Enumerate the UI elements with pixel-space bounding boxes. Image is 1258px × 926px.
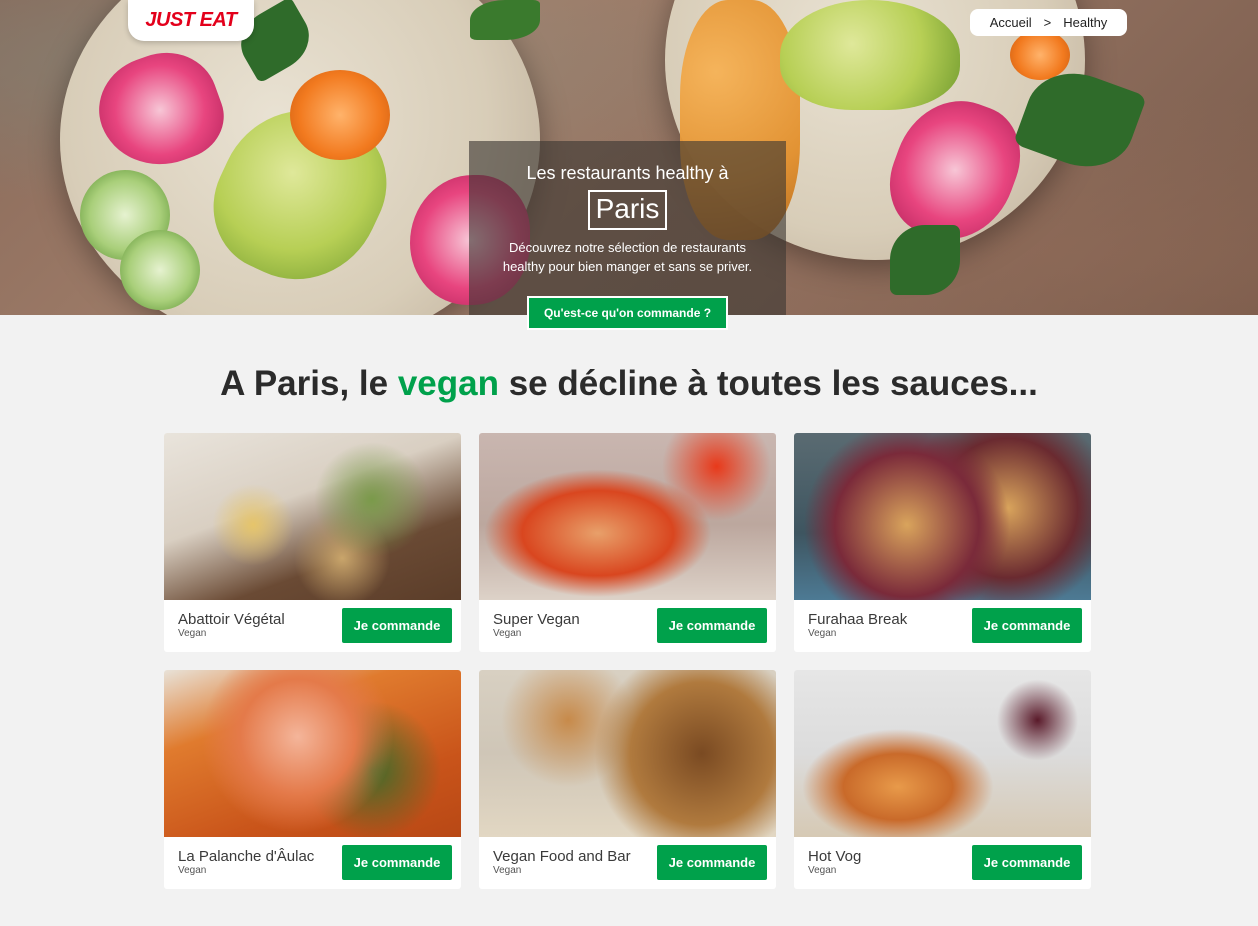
order-button[interactable]: Je commande xyxy=(342,845,452,880)
order-button[interactable]: Je commande xyxy=(657,845,767,880)
restaurant-category: Vegan xyxy=(808,628,837,639)
order-button[interactable]: Je commande xyxy=(972,608,1082,643)
city-badge: Paris xyxy=(587,190,668,230)
restaurant-category: Vegan xyxy=(493,865,522,876)
section-title: A Paris, le vegan se décline à toutes le… xyxy=(0,364,1258,404)
breadcrumb: Accueil > Healthy xyxy=(970,9,1127,36)
breadcrumb-current[interactable]: Healthy xyxy=(1063,15,1107,30)
breadcrumb-home-link[interactable]: Accueil xyxy=(990,15,1032,30)
section-title-accent: vegan xyxy=(397,364,499,403)
restaurant-image[interactable] xyxy=(164,670,461,837)
order-button[interactable]: Je commande xyxy=(657,608,767,643)
restaurant-name: Vegan Food and Bar xyxy=(493,848,631,865)
restaurant-image[interactable] xyxy=(479,670,776,837)
restaurant-card[interactable]: Hot Vog Vegan Je commande xyxy=(794,670,1091,889)
order-button[interactable]: Je commande xyxy=(972,845,1082,880)
restaurant-image[interactable] xyxy=(794,433,1091,600)
order-button[interactable]: Je commande xyxy=(342,608,452,643)
hero-overlay: Les restaurants healthy à Paris Découvre… xyxy=(469,141,786,315)
restaurant-card[interactable]: Abattoir Végétal Vegan Je commande xyxy=(164,433,461,652)
restaurant-name: La Palanche d'Âulac xyxy=(178,848,315,865)
just-eat-logo[interactable]: JUST EAT xyxy=(128,0,254,41)
restaurant-card[interactable]: La Palanche d'Âulac Vegan Je commande xyxy=(164,670,461,889)
restaurant-category: Vegan xyxy=(178,628,207,639)
restaurant-name: Super Vegan xyxy=(493,611,580,628)
restaurant-image[interactable] xyxy=(164,433,461,600)
breadcrumb-separator: > xyxy=(1043,15,1052,30)
restaurant-card[interactable]: Vegan Food and Bar Vegan Je commande xyxy=(479,670,776,889)
restaurant-category: Vegan xyxy=(178,865,207,876)
hero-description: Découvrez notre sélection de restaurants… xyxy=(502,240,753,274)
hero-banner: JUST EAT Accueil > Healthy Les restauran… xyxy=(0,0,1258,315)
section-title-prefix: A Paris, le xyxy=(220,364,398,403)
hero-title: Les restaurants healthy à xyxy=(526,163,729,183)
restaurant-category: Vegan xyxy=(493,628,522,639)
restaurant-image[interactable] xyxy=(794,670,1091,837)
order-cta-button[interactable]: Qu'est-ce qu'on commande ? xyxy=(527,296,728,330)
restaurant-card[interactable]: Furahaa Break Vegan Je commande xyxy=(794,433,1091,652)
restaurant-name: Hot Vog xyxy=(808,848,862,865)
section-title-suffix: se décline à toutes les sauces... xyxy=(498,364,1038,403)
restaurant-name: Abattoir Végétal xyxy=(178,611,285,628)
restaurant-card[interactable]: Super Vegan Vegan Je commande xyxy=(479,433,776,652)
restaurant-name: Furahaa Break xyxy=(808,611,908,628)
restaurant-category: Vegan xyxy=(808,865,837,876)
restaurant-image[interactable] xyxy=(479,433,776,600)
